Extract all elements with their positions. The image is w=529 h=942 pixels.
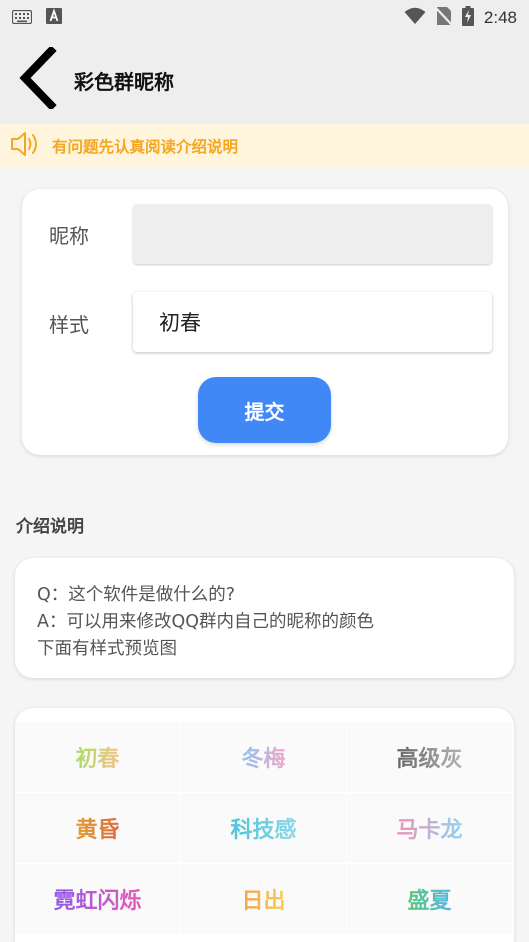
keyboard-icon [11,9,33,28]
app-bar: 彩色群昵称 [0,36,529,124]
style-preview-text: 盛夏 [407,883,451,915]
submit-button[interactable]: 提交 [198,377,331,443]
no-sim-icon [435,6,453,30]
font-a-icon [46,8,62,28]
style-preview-text: 日出 [241,883,285,915]
style-preview-cell[interactable]: 高级灰 [347,722,513,793]
style-label: 样式 [49,313,89,337]
style-preview-text: 霓虹闪烁 [53,883,141,915]
page-title: 彩色群昵称 [74,69,174,94]
style-preview-cell[interactable]: 冬梅 [181,722,347,793]
style-preview-cell[interactable]: 科技感 [181,793,347,864]
wifi-icon [404,7,426,29]
style-select-value: 初春 [159,311,201,335]
intro-card: Q：这个软件是做什么的? A：可以用来修改QQ群内自己的昵称的颜色 下面有样式预… [15,558,514,678]
intro-line: A：可以用来修改QQ群内自己的昵称的颜色 [37,612,375,632]
notice-banner: 有问题先认真阅读介绍说明 [0,124,529,168]
style-preview-cell[interactable]: 初春 [15,722,181,793]
style-preview-text: 马卡龙 [396,812,462,844]
clock: 2:48 [483,8,517,27]
style-preview-cell[interactable]: 霓虹闪烁 [15,864,181,935]
style-preview-grid: 初春 冬梅 高级灰 黄昏 科技感 马卡龙 霓虹闪烁 日出 盛夏 [15,722,514,935]
intro-line: 下面有样式预览图 [37,639,177,659]
style-preview-text: 高级灰 [396,741,462,773]
battery-charging-icon [461,6,474,30]
style-preview-text: 黄昏 [75,812,119,844]
style-preview-text: 科技感 [230,812,296,844]
nickname-input[interactable] [133,204,492,264]
intro-line: Q：这个软件是做什么的? [37,585,236,605]
style-preview-cell[interactable]: 黄昏 [15,793,181,864]
notice-text: 有问题先认真阅读介绍说明 [52,138,239,156]
nickname-label: 昵称 [49,224,89,248]
style-select[interactable]: 初春 [133,292,492,352]
style-preview-cell[interactable]: 马卡龙 [347,793,513,864]
style-preview-cell[interactable]: 盛夏 [347,864,513,935]
back-chevron-icon [17,45,57,113]
style-preview-text: 初春 [75,741,119,773]
nickname-form-card: 昵称 样式 初春 提交 [22,189,508,455]
speaker-icon [10,130,42,162]
style-preview-card: 初春 冬梅 高级灰 黄昏 科技感 马卡龙 霓虹闪烁 日出 盛夏 [15,708,514,942]
back-button[interactable] [0,36,74,124]
style-preview-cell[interactable]: 日出 [181,864,347,935]
style-preview-text: 冬梅 [241,741,285,773]
status-bar: 2:48 [0,0,529,36]
intro-title: 介绍说明 [16,517,84,537]
